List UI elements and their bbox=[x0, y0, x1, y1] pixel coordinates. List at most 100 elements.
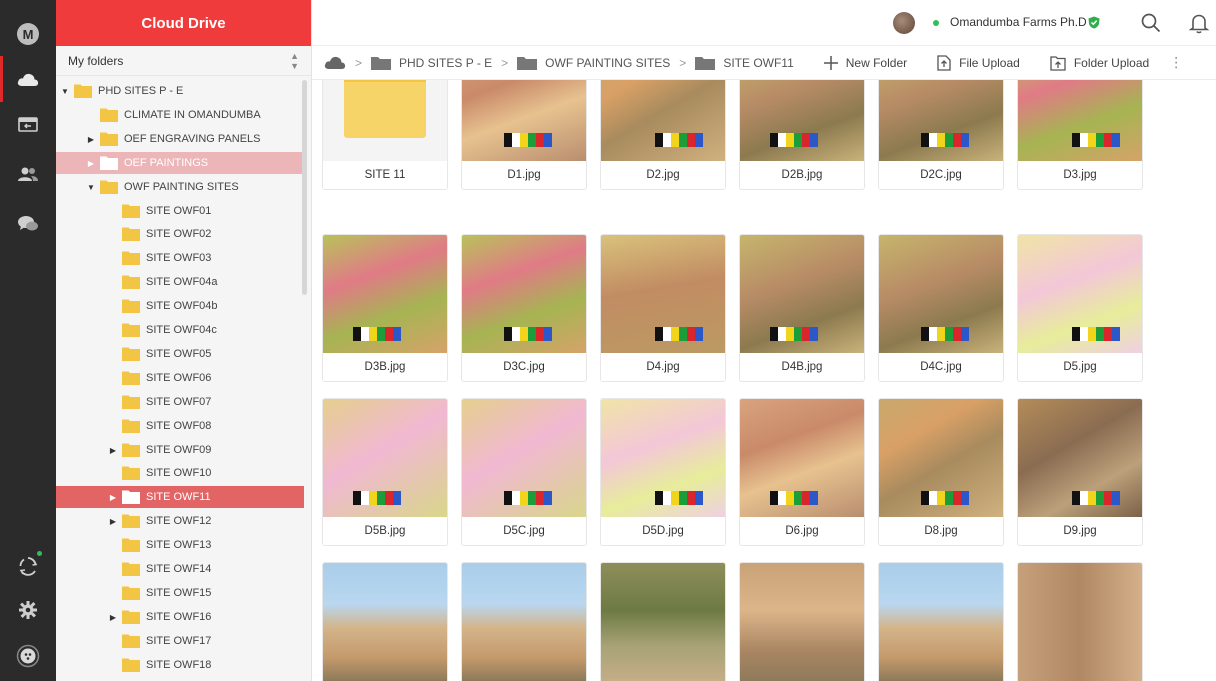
file-card[interactable]: D1.jpg bbox=[461, 80, 587, 190]
rubbish-bin-icon[interactable] bbox=[10, 548, 46, 584]
tree-item[interactable]: SITE OWF13 bbox=[56, 534, 304, 556]
tree-item[interactable]: SITE OWF06 bbox=[56, 367, 304, 389]
tree-item[interactable]: SITE OWF05 bbox=[56, 343, 304, 365]
file-card[interactable]: D4.jpg bbox=[600, 234, 726, 382]
folder-icon bbox=[122, 490, 140, 504]
file-card[interactable]: D5B.jpg bbox=[322, 398, 448, 546]
tree-item-label: OEF ENGRAVING PANELS bbox=[124, 133, 261, 145]
caret-right-icon[interactable]: ▶ bbox=[108, 493, 118, 502]
tree-item[interactable]: SITE OWF04c bbox=[56, 319, 304, 341]
file-card[interactable]: D8.jpg bbox=[878, 398, 1004, 546]
file-card[interactable]: D5C.jpg bbox=[461, 398, 587, 546]
file-card[interactable]: D4B.jpg bbox=[739, 234, 865, 382]
folder-icon bbox=[100, 108, 118, 122]
tree-item-label: SITE OWF07 bbox=[146, 396, 212, 408]
tree-item[interactable]: SITE OWF18 bbox=[56, 654, 304, 676]
tree-item[interactable]: ▼ PHD SITES P - E bbox=[56, 80, 304, 102]
file-name: D9.jpg bbox=[1063, 525, 1097, 537]
account-icon[interactable] bbox=[10, 638, 46, 674]
folder-upload-label: Folder Upload bbox=[1073, 55, 1150, 70]
tree-item[interactable]: SITE OWF17 bbox=[56, 630, 304, 652]
file-card[interactable]: D2C.jpg bbox=[878, 80, 1004, 190]
avatar[interactable] bbox=[893, 12, 915, 34]
file-name: D4B.jpg bbox=[781, 361, 823, 373]
tree-item-label: SITE OWF17 bbox=[146, 635, 212, 647]
file-card[interactable]: D6.jpg bbox=[739, 398, 865, 546]
file-card[interactable] bbox=[739, 562, 865, 681]
user-name[interactable]: Omandumba Farms Ph.D bbox=[950, 15, 1087, 29]
tree-item[interactable]: ▶ SITE OWF09 bbox=[56, 439, 304, 461]
file-card[interactable] bbox=[878, 562, 1004, 681]
caret-down-icon[interactable]: ▼ bbox=[86, 183, 96, 192]
bell-icon[interactable] bbox=[1187, 11, 1211, 35]
file-card[interactable]: D9.jpg bbox=[1017, 398, 1143, 546]
file-card[interactable]: D2B.jpg bbox=[739, 80, 865, 190]
caret-right-icon[interactable]: ▶ bbox=[108, 613, 118, 622]
folder-icon bbox=[122, 251, 140, 265]
file-card[interactable]: D3.jpg bbox=[1017, 80, 1143, 190]
chevron-right-icon: > bbox=[679, 55, 687, 70]
caret-right-icon[interactable]: ▶ bbox=[86, 135, 96, 144]
file-card[interactable]: D4C.jpg bbox=[878, 234, 1004, 382]
image-thumbnail bbox=[601, 399, 725, 517]
caret-down-icon[interactable]: ▼ bbox=[60, 87, 70, 96]
breadcrumb-item[interactable]: PHD SITES P - E bbox=[371, 56, 492, 70]
tree-item[interactable]: SITE OWF14 bbox=[56, 558, 304, 580]
folder-upload-icon bbox=[1050, 55, 1066, 71]
caret-right-icon[interactable]: ▶ bbox=[108, 446, 118, 455]
caret-right-icon[interactable]: ▶ bbox=[108, 517, 118, 526]
tree-item[interactable]: SITE OWF03 bbox=[56, 247, 304, 269]
new-folder-button[interactable]: New Folder bbox=[823, 55, 907, 70]
search-icon[interactable] bbox=[1139, 11, 1163, 35]
file-card[interactable] bbox=[600, 562, 726, 681]
tree-item[interactable]: SITE OWF02 bbox=[56, 223, 304, 245]
tree-item[interactable]: CLIMATE IN OMANDUMBA bbox=[56, 104, 304, 126]
folder-card[interactable]: SITE 11 bbox=[322, 80, 448, 190]
sort-icon[interactable]: ▲ ▼ bbox=[290, 51, 299, 71]
image-thumbnail bbox=[879, 235, 1003, 353]
tree-item[interactable]: SITE OWF01 bbox=[56, 200, 304, 222]
file-card[interactable]: D5.jpg bbox=[1017, 234, 1143, 382]
tree-item-label: SITE OWF10 bbox=[146, 467, 212, 479]
photo-scale-bar bbox=[770, 491, 818, 505]
contacts-icon[interactable] bbox=[10, 156, 46, 192]
transfers-icon[interactable] bbox=[10, 106, 46, 142]
file-card[interactable] bbox=[1017, 562, 1143, 681]
tree-item[interactable]: ▶ SITE OWF11 bbox=[56, 486, 304, 508]
caret-right-icon[interactable]: ▶ bbox=[86, 159, 96, 168]
mega-logo-icon[interactable]: M bbox=[10, 16, 46, 52]
tree-item[interactable]: SITE OWF08 bbox=[56, 415, 304, 437]
tree-item[interactable]: SITE OWF10 bbox=[56, 462, 304, 484]
tree-scrollbar[interactable] bbox=[302, 80, 307, 295]
folder-icon bbox=[122, 443, 140, 457]
tree-item[interactable]: SITE OWF07 bbox=[56, 391, 304, 413]
file-card[interactable] bbox=[322, 562, 448, 681]
tree-item[interactable]: ▶ OEF ENGRAVING PANELS bbox=[56, 128, 304, 150]
file-card[interactable]: D3C.jpg bbox=[461, 234, 587, 382]
folder-icon bbox=[122, 466, 140, 480]
cloud-drive-icon[interactable] bbox=[10, 61, 46, 97]
breadcrumb-cloud-root[interactable] bbox=[324, 56, 346, 70]
breadcrumb-item[interactable]: OWF PAINTING SITES bbox=[517, 56, 670, 70]
breadcrumb: > PHD SITES P - E > OWF PAINTING SITES >… bbox=[312, 46, 1216, 80]
tree-item[interactable]: SITE OWF04a bbox=[56, 271, 304, 293]
file-card[interactable]: D2.jpg bbox=[600, 80, 726, 190]
folder-upload-button[interactable]: Folder Upload bbox=[1050, 55, 1149, 71]
breadcrumb-item[interactable]: SITE OWF11 bbox=[695, 56, 794, 70]
file-card[interactable]: D3B.jpg bbox=[322, 234, 448, 382]
file-card[interactable]: D5D.jpg bbox=[600, 398, 726, 546]
settings-icon[interactable] bbox=[10, 592, 46, 628]
folder-icon bbox=[517, 56, 538, 70]
chat-icon[interactable] bbox=[10, 206, 46, 242]
tree-item[interactable]: ▶ SITE OWF12 bbox=[56, 510, 304, 532]
more-options-icon[interactable]: ⋮ bbox=[1169, 54, 1183, 71]
tree-item[interactable]: ▼ OWF PAINTING SITES bbox=[56, 176, 304, 198]
tree-item[interactable]: ▶ OEF PAINTINGS bbox=[56, 152, 304, 174]
file-card[interactable] bbox=[461, 562, 587, 681]
tree-item[interactable]: SITE OWF04b bbox=[56, 295, 304, 317]
file-upload-button[interactable]: File Upload bbox=[937, 54, 1020, 71]
file-name: D4.jpg bbox=[646, 361, 680, 373]
tree-item[interactable]: ▶ SITE OWF16 bbox=[56, 606, 304, 628]
tree-item[interactable]: SITE OWF15 bbox=[56, 582, 304, 604]
image-thumbnail bbox=[323, 399, 447, 517]
